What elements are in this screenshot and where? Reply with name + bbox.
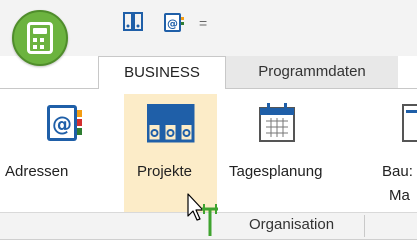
customize-quick-access-button[interactable]: = bbox=[199, 16, 207, 30]
address-book-icon[interactable]: @ bbox=[163, 12, 185, 34]
address-book-icon[interactable]: @ bbox=[46, 104, 84, 144]
app-menu-button[interactable] bbox=[12, 10, 68, 66]
projects-binder-icon[interactable] bbox=[123, 12, 145, 32]
group-separator bbox=[364, 215, 365, 237]
ribbon-button-adressen[interactable]: Adressen bbox=[5, 163, 68, 180]
binders-icon[interactable] bbox=[147, 104, 195, 144]
ribbon-button-baustellen[interactable]: Bau: bbox=[382, 163, 413, 180]
tab-programmdaten[interactable]: Programmdaten bbox=[226, 56, 398, 88]
ribbon-button-tagesplanung[interactable]: Tagesplanung bbox=[229, 163, 322, 180]
tab-business[interactable]: BUSINESS bbox=[98, 56, 226, 88]
calculator-icon bbox=[27, 22, 53, 54]
ribbon-button-projekte[interactable]: Projekte bbox=[137, 163, 192, 180]
svg-text:@: @ bbox=[167, 17, 178, 30]
ribbon-window: @ = BUSINESS Programmdaten @ Adressen Pr… bbox=[0, 0, 417, 251]
mouse-pointer-icon bbox=[187, 193, 218, 236]
group-label-organisation: Organisation bbox=[249, 216, 335, 233]
svg-text:@: @ bbox=[52, 112, 72, 136]
document-icon[interactable] bbox=[402, 104, 417, 144]
ribbon-button-baustellen-line2: Ma bbox=[389, 187, 410, 204]
content-area bbox=[0, 239, 417, 251]
calendar-icon[interactable] bbox=[258, 102, 298, 144]
